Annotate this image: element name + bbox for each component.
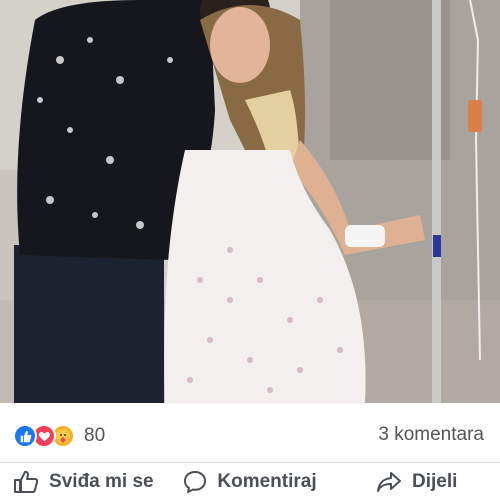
post-stats: 80 3 komentara [0,403,500,463]
photo-illustration [0,0,500,403]
thumbs-up-icon [14,470,39,493]
comment-bubble-icon [184,471,207,493]
reaction-count: 80 [84,425,106,446]
comment-button[interactable]: Komentiraj [167,464,334,500]
share-button-label: Dijeli [411,471,458,492]
like-button-label: Sviđa mi se [49,471,154,492]
share-arrow-icon [376,472,401,492]
like-icon [13,424,37,448]
like-button[interactable]: Sviđa mi se [0,464,167,500]
post-actions: Sviđa mi se Komentiraj Dijeli [0,464,500,500]
comment-count[interactable]: 3 komentara [378,424,484,446]
share-button[interactable]: Dijeli [333,464,500,500]
comment-button-label: Komentiraj [217,471,317,492]
post-photo[interactable] [0,0,500,403]
reactions-summary[interactable]: 80 [13,422,105,450]
